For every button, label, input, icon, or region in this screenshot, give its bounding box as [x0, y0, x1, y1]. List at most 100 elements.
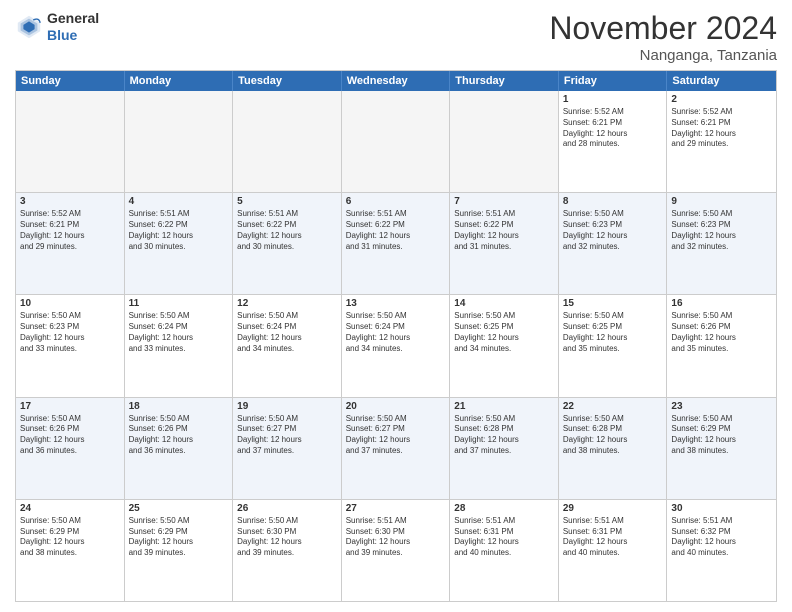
month-title: November 2024	[549, 10, 777, 47]
day-number: 10	[20, 298, 120, 309]
weekday-header: Sunday	[16, 71, 125, 91]
day-number: 9	[671, 196, 772, 207]
day-number: 28	[454, 503, 554, 514]
day-info: Sunrise: 5:50 AM Sunset: 6:27 PM Dayligh…	[237, 414, 337, 457]
calendar-row: 3 Sunrise: 5:52 AM Sunset: 6:21 PM Daylig…	[16, 193, 776, 295]
day-info: Sunrise: 5:50 AM Sunset: 6:29 PM Dayligh…	[671, 414, 772, 457]
day-number: 15	[563, 298, 663, 309]
day-number: 14	[454, 298, 554, 309]
logo: General Blue	[15, 10, 99, 44]
day-number: 8	[563, 196, 663, 207]
day-number: 17	[20, 401, 120, 412]
calendar-cell: 15 Sunrise: 5:50 AM Sunset: 6:25 PM Dayli…	[559, 295, 668, 396]
calendar-cell: 23 Sunrise: 5:50 AM Sunset: 6:29 PM Dayli…	[667, 398, 776, 499]
calendar-cell: 28 Sunrise: 5:51 AM Sunset: 6:31 PM Dayli…	[450, 500, 559, 601]
location: Nanganga, Tanzania	[549, 47, 777, 64]
day-info: Sunrise: 5:50 AM Sunset: 6:24 PM Dayligh…	[237, 311, 337, 354]
day-info: Sunrise: 5:50 AM Sunset: 6:23 PM Dayligh…	[563, 209, 663, 252]
day-number: 11	[129, 298, 229, 309]
calendar-cell	[125, 91, 234, 192]
day-number: 19	[237, 401, 337, 412]
day-number: 29	[563, 503, 663, 514]
calendar-cell: 14Sunrise: 5:50 AM Sunset: 6:25 PM Dayli…	[450, 295, 559, 396]
day-info: Sunrise: 5:51 AM Sunset: 6:30 PM Dayligh…	[346, 516, 446, 559]
header: General Blue November 2024 Nanganga, Tan…	[15, 10, 777, 64]
weekday-header: Monday	[125, 71, 234, 91]
weekday-header: Friday	[559, 71, 668, 91]
day-number: 6	[346, 196, 446, 207]
day-number: 3	[20, 196, 120, 207]
day-info: Sunrise: 5:51 AM Sunset: 6:22 PM Dayligh…	[346, 209, 446, 252]
calendar-cell: 9 Sunrise: 5:50 AM Sunset: 6:23 PM Daylig…	[667, 193, 776, 294]
calendar-cell: 19 Sunrise: 5:50 AM Sunset: 6:27 PM Dayli…	[233, 398, 342, 499]
day-number: 4	[129, 196, 229, 207]
calendar-cell: 12 Sunrise: 5:50 AM Sunset: 6:24 PM Dayli…	[233, 295, 342, 396]
title-block: November 2024 Nanganga, Tanzania	[549, 10, 777, 64]
calendar-cell: 2 Sunrise: 5:52 AM Sunset: 6:21 PM Daylig…	[667, 91, 776, 192]
day-number: 30	[671, 503, 772, 514]
calendar-cell: 27Sunrise: 5:51 AM Sunset: 6:30 PM Dayli…	[342, 500, 451, 601]
day-number: 1	[563, 94, 663, 105]
calendar-body: 1 Sunrise: 5:52 AM Sunset: 6:21 PM Daylig…	[16, 91, 776, 601]
day-info: Sunrise: 5:50 AM Sunset: 6:23 PM Dayligh…	[20, 311, 120, 354]
day-number: 12	[237, 298, 337, 309]
weekday-header: Wednesday	[342, 71, 451, 91]
calendar-cell: 17 Sunrise: 5:50 AM Sunset: 6:26 PM Dayli…	[16, 398, 125, 499]
calendar-header: SundayMondayTuesdayWednesdayThursdayFrid…	[16, 71, 776, 91]
calendar-row: 17 Sunrise: 5:50 AM Sunset: 6:26 PM Dayli…	[16, 398, 776, 500]
calendar-cell: 16Sunrise: 5:50 AM Sunset: 6:26 PM Dayli…	[667, 295, 776, 396]
calendar-cell: 25Sunrise: 5:50 AM Sunset: 6:29 PM Dayli…	[125, 500, 234, 601]
calendar-cell: 20 Sunrise: 5:50 AM Sunset: 6:27 PM Dayli…	[342, 398, 451, 499]
day-number: 25	[129, 503, 229, 514]
calendar-cell: 10 Sunrise: 5:50 AM Sunset: 6:23 PM Dayli…	[16, 295, 125, 396]
calendar-cell: 1Sunrise: 5:52 AM Sunset: 6:21 PM Daylig…	[559, 91, 668, 192]
day-info: Sunrise: 5:51 AM Sunset: 6:22 PM Dayligh…	[129, 209, 229, 252]
calendar-row: 24Sunrise: 5:50 AM Sunset: 6:29 PM Dayli…	[16, 500, 776, 601]
calendar-cell: 29 Sunrise: 5:51 AM Sunset: 6:31 PM Dayli…	[559, 500, 668, 601]
calendar-cell: 13 Sunrise: 5:50 AM Sunset: 6:24 PM Dayli…	[342, 295, 451, 396]
day-info: Sunrise: 5:50 AM Sunset: 6:25 PM Dayligh…	[563, 311, 663, 354]
weekday-header: Tuesday	[233, 71, 342, 91]
day-info: Sunrise: 5:51 AM Sunset: 6:22 PM Dayligh…	[237, 209, 337, 252]
day-info: Sunrise: 5:50 AM Sunset: 6:23 PM Dayligh…	[671, 209, 772, 252]
day-info: Sunrise: 5:50 AM Sunset: 6:26 PM Dayligh…	[129, 414, 229, 457]
day-number: 23	[671, 401, 772, 412]
day-info: Sunrise: 5:51 AM Sunset: 6:22 PM Dayligh…	[454, 209, 554, 252]
day-number: 5	[237, 196, 337, 207]
page: General Blue November 2024 Nanganga, Tan…	[0, 0, 792, 612]
day-info: Sunrise: 5:50 AM Sunset: 6:24 PM Dayligh…	[129, 311, 229, 354]
calendar-cell: 6 Sunrise: 5:51 AM Sunset: 6:22 PM Daylig…	[342, 193, 451, 294]
weekday-header: Thursday	[450, 71, 559, 91]
day-info: Sunrise: 5:50 AM Sunset: 6:24 PM Dayligh…	[346, 311, 446, 354]
day-number: 18	[129, 401, 229, 412]
day-info: Sunrise: 5:52 AM Sunset: 6:21 PM Dayligh…	[20, 209, 120, 252]
calendar-cell: 8 Sunrise: 5:50 AM Sunset: 6:23 PM Daylig…	[559, 193, 668, 294]
calendar-cell: 21 Sunrise: 5:50 AM Sunset: 6:28 PM Dayli…	[450, 398, 559, 499]
calendar-cell	[342, 91, 451, 192]
calendar-cell: 30 Sunrise: 5:51 AM Sunset: 6:32 PM Dayli…	[667, 500, 776, 601]
day-number: 24	[20, 503, 120, 514]
weekday-header: Saturday	[667, 71, 776, 91]
calendar-cell: 11 Sunrise: 5:50 AM Sunset: 6:24 PM Dayli…	[125, 295, 234, 396]
day-number: 13	[346, 298, 446, 309]
day-number: 21	[454, 401, 554, 412]
day-info: Sunrise: 5:50 AM Sunset: 6:27 PM Dayligh…	[346, 414, 446, 457]
day-info: Sunrise: 5:50 AM Sunset: 6:26 PM Dayligh…	[20, 414, 120, 457]
day-info: Sunrise: 5:50 AM Sunset: 6:28 PM Dayligh…	[454, 414, 554, 457]
calendar-cell: 3 Sunrise: 5:52 AM Sunset: 6:21 PM Daylig…	[16, 193, 125, 294]
calendar-cell: 22Sunrise: 5:50 AM Sunset: 6:28 PM Dayli…	[559, 398, 668, 499]
calendar-cell: 18 Sunrise: 5:50 AM Sunset: 6:26 PM Dayli…	[125, 398, 234, 499]
day-number: 22	[563, 401, 663, 412]
day-info: Sunrise: 5:52 AM Sunset: 6:21 PM Dayligh…	[671, 107, 772, 150]
day-info: Sunrise: 5:51 AM Sunset: 6:31 PM Dayligh…	[454, 516, 554, 559]
day-info: Sunrise: 5:50 AM Sunset: 6:30 PM Dayligh…	[237, 516, 337, 559]
calendar-cell	[233, 91, 342, 192]
day-info: Sunrise: 5:51 AM Sunset: 6:31 PM Dayligh…	[563, 516, 663, 559]
calendar: SundayMondayTuesdayWednesdayThursdayFrid…	[15, 70, 777, 602]
day-number: 20	[346, 401, 446, 412]
day-number: 2	[671, 94, 772, 105]
calendar-cell: 4 Sunrise: 5:51 AM Sunset: 6:22 PM Daylig…	[125, 193, 234, 294]
day-number: 16	[671, 298, 772, 309]
day-info: Sunrise: 5:51 AM Sunset: 6:32 PM Dayligh…	[671, 516, 772, 559]
calendar-cell: 24Sunrise: 5:50 AM Sunset: 6:29 PM Dayli…	[16, 500, 125, 601]
